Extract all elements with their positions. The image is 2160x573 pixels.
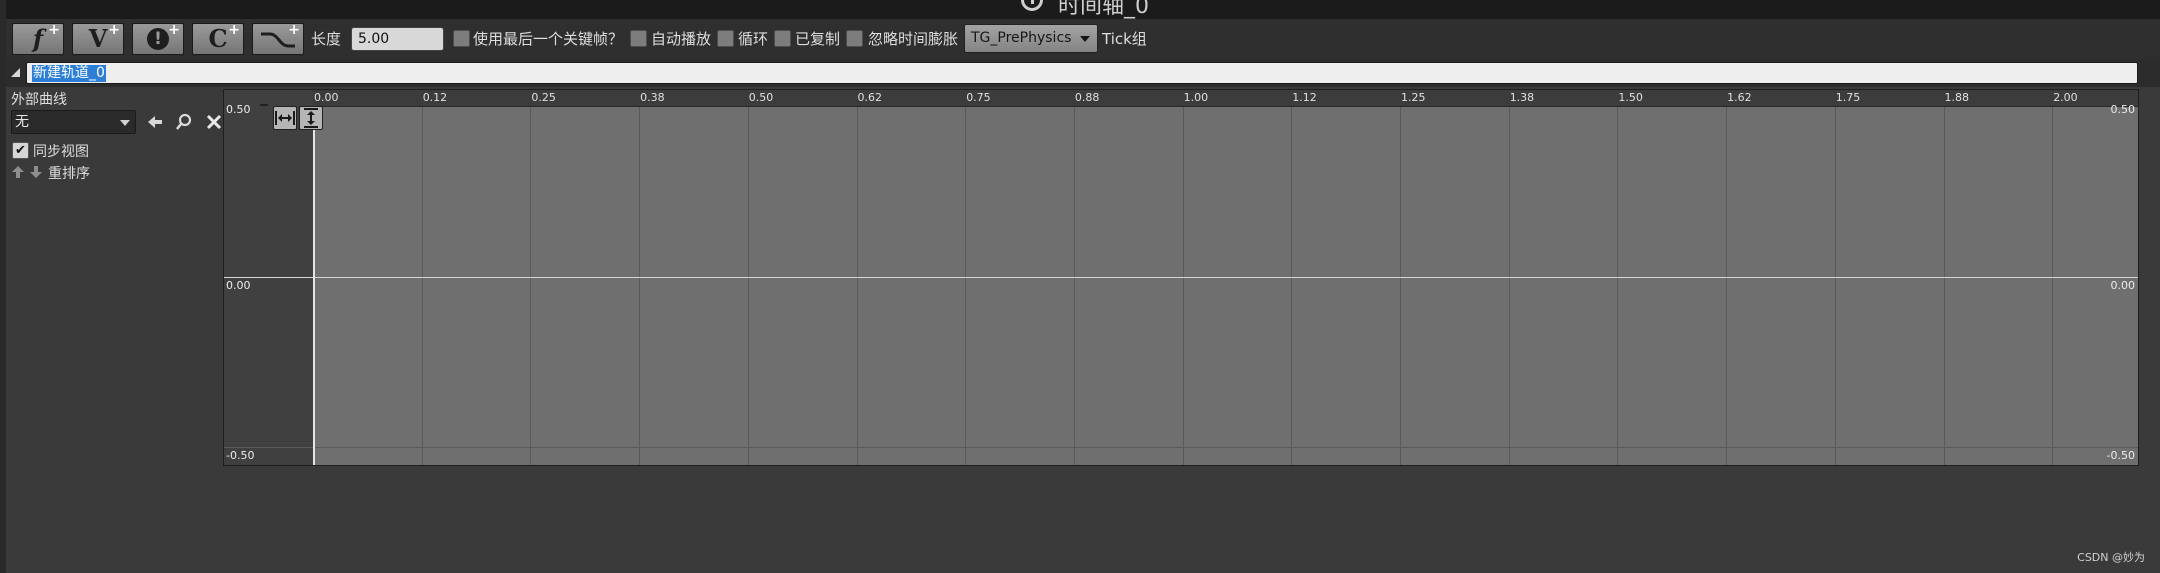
plus-icon: +	[108, 22, 120, 38]
vector-track-icon: V	[88, 24, 108, 53]
negative-bound-line	[224, 447, 2138, 448]
time-tick-label: 1.25	[1401, 91, 1426, 104]
time-tick-label: 0.62	[857, 91, 883, 104]
event-track-icon: !	[147, 28, 169, 50]
move-up-icon[interactable]	[11, 165, 25, 179]
chevron-down-icon	[120, 120, 130, 126]
external-curve-dropdown[interactable]: 无	[11, 110, 136, 134]
length-input[interactable]: 5.00	[351, 27, 444, 51]
browse-search-icon[interactable]	[175, 113, 193, 131]
add-float-track-button[interactable]: f +	[12, 23, 64, 55]
y-label-mid-left: 0.00	[226, 279, 251, 292]
use-last-keyframe-label: 使用最后一个关键帧？	[473, 30, 624, 48]
autoplay-label: 自动播放	[651, 30, 712, 48]
zoom-to-fit-horizontal-button[interactable]	[273, 106, 297, 130]
y-label-top-right: 0.50	[2110, 103, 2136, 116]
time-tick-label: 0.12	[422, 91, 448, 104]
time-tick-label: 1.75	[1835, 91, 1861, 104]
use-last-keyframe-checkbox[interactable]	[453, 30, 470, 47]
autoplay-checkbox[interactable]	[630, 30, 647, 47]
external-curve-label: 外部曲线	[11, 92, 67, 108]
timeline-toolbar: f + V + ! + C + + 长度 5.00 使用最后一个关键帧？ 自动播…	[6, 19, 2160, 59]
add-vector-track-button[interactable]: V +	[72, 23, 124, 55]
time-tick-label: 1.12	[1292, 91, 1317, 104]
time-tick-label: 0.25	[531, 91, 556, 104]
time-ruler[interactable]: 0.00 0.12 0.25 0.38 0.50 0.62 0.75 0.88 1.00 1.12…	[313, 90, 2138, 107]
track-header: 新建轨道_0	[6, 59, 2160, 87]
y-label-mid-right: 0.00	[2110, 279, 2136, 292]
time-tick-label: 0.38	[640, 91, 665, 104]
loop-label: 循环	[738, 30, 769, 48]
color-track-icon: C	[208, 24, 228, 53]
add-color-track-button[interactable]: C +	[192, 23, 244, 55]
replicated-checkbox[interactable]	[774, 30, 791, 47]
move-down-icon[interactable]	[29, 165, 43, 179]
ignore-time-dilation-checkbox[interactable]	[846, 30, 863, 47]
fit-vertical-icon	[304, 108, 318, 128]
track-name-text: 新建轨道_0	[32, 65, 106, 82]
fit-horizontal-icon	[275, 111, 295, 125]
add-external-curve-button[interactable]: +	[252, 23, 304, 55]
ruler-marker	[260, 104, 268, 106]
collapse-triangle-icon[interactable]	[11, 68, 20, 77]
tick-group-dropdown[interactable]: TG_PrePhysics	[964, 24, 1098, 53]
sync-view-checkbox[interactable]: ✔	[12, 142, 29, 159]
time-tick-label: 1.38	[1509, 91, 1535, 104]
track-name-field[interactable]: 新建轨道_0	[26, 62, 2138, 84]
sync-view-label: 同步视图	[33, 144, 89, 160]
plus-icon: +	[228, 22, 240, 38]
y-label-bottom-left: -0.50	[226, 449, 255, 462]
zoom-to-fit-vertical-button[interactable]	[299, 106, 323, 130]
time-tick-label: 0.88	[1074, 91, 1100, 104]
y-label-bottom-right: -0.50	[2106, 449, 2135, 462]
watermark: CSDN @妙为	[2077, 551, 2145, 564]
external-curve-value: 无	[15, 114, 29, 130]
time-tick-label: 0.00	[314, 91, 339, 104]
curve-graph[interactable]: 0.00 0.12 0.25 0.38 0.50 0.62 0.75 0.88 1.00 1.12…	[223, 89, 2139, 466]
loop-checkbox[interactable]	[717, 30, 734, 47]
time-tick-label: 1.88	[1944, 91, 1970, 104]
reorder-label: 重排序	[48, 166, 90, 182]
chevron-down-icon	[1080, 36, 1090, 42]
plus-icon: +	[288, 22, 300, 38]
window-title: 时间轴_0	[1058, 0, 1149, 19]
tick-group-label: Tick组	[1102, 30, 1147, 48]
timeline-icon	[1021, 0, 1043, 11]
zero-value-line	[224, 277, 2138, 278]
float-track-icon: f	[32, 24, 44, 53]
time-tick-label: 2.00	[2053, 91, 2078, 104]
time-tick-label: 0.75	[966, 91, 991, 104]
time-tick-label: 1.50	[1618, 91, 1643, 104]
plus-icon: +	[48, 22, 60, 38]
time-tick-label: 0.50	[748, 91, 774, 104]
y-label-top-left: 0.50	[226, 103, 251, 116]
add-event-track-button[interactable]: ! +	[132, 23, 184, 55]
plus-icon: +	[168, 22, 180, 38]
use-selected-arrow-icon[interactable]	[146, 113, 164, 131]
length-label: 长度	[311, 30, 342, 48]
time-tick-label: 1.00	[1183, 91, 1209, 104]
clear-close-icon[interactable]	[205, 113, 223, 131]
time-start-line	[313, 90, 315, 465]
replicated-label: 已复制	[795, 30, 841, 48]
time-tick-label: 1.62	[1727, 91, 1752, 104]
tick-group-value: TG_PrePhysics	[971, 30, 1072, 46]
ignore-time-dilation-label: 忽略时间膨胀	[868, 30, 959, 48]
window-title-bar: 时间轴_0	[6, 0, 2160, 19]
